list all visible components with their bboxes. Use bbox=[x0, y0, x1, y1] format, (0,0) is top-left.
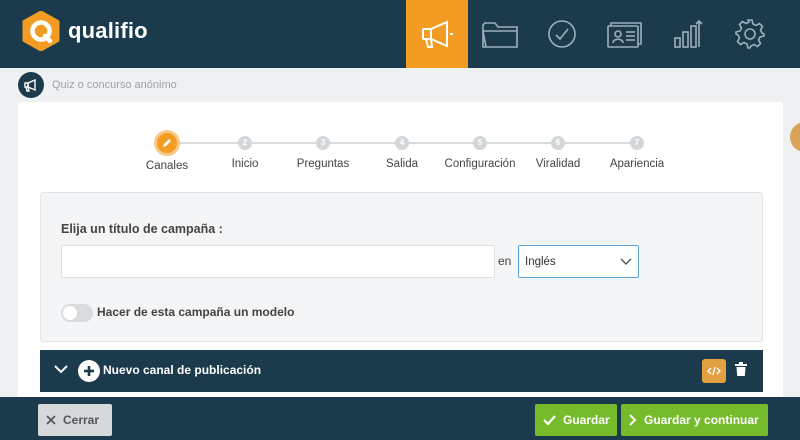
trash-icon[interactable] bbox=[735, 362, 747, 376]
step-number: 5 bbox=[473, 136, 487, 150]
pencil-icon bbox=[163, 139, 171, 147]
megaphone-icon bbox=[18, 72, 44, 98]
close-label: Cerrar bbox=[63, 413, 100, 427]
step-channels[interactable]: Canales bbox=[122, 130, 212, 172]
step-label: Configuración bbox=[444, 158, 516, 170]
step-active-marker bbox=[154, 130, 180, 156]
check-circle-icon bbox=[548, 20, 576, 48]
step-virality[interactable]: 6 Viralidad bbox=[513, 132, 603, 170]
step-start[interactable]: 2 Inicio bbox=[200, 132, 290, 170]
nav-folders[interactable] bbox=[469, 0, 531, 68]
plus-icon bbox=[84, 366, 94, 376]
nav-campaigns[interactable] bbox=[406, 0, 468, 68]
step-number: 2 bbox=[238, 136, 252, 150]
check-icon bbox=[543, 415, 556, 425]
add-channel-button[interactable] bbox=[78, 360, 100, 382]
publication-channel-header[interactable]: Nuevo canal de publicación bbox=[40, 350, 763, 392]
step-number: 6 bbox=[551, 136, 565, 150]
step-label: Salida bbox=[386, 158, 418, 170]
campaign-card: Canales 2 Inicio 3 Preguntas 4 Salida 5 … bbox=[18, 102, 783, 402]
close-icon bbox=[46, 415, 56, 425]
step-label: Canales bbox=[145, 160, 189, 172]
nav-validation[interactable] bbox=[531, 0, 593, 68]
campaign-title-label: Elija un título de campaña : bbox=[61, 222, 223, 236]
language-selected-value: Inglés bbox=[525, 255, 556, 268]
step-number: 7 bbox=[630, 136, 644, 150]
chevron-down-icon[interactable] bbox=[54, 364, 68, 374]
step-number: 3 bbox=[316, 136, 330, 150]
step-number: 4 bbox=[395, 136, 409, 150]
step-wizard: Canales 2 Inicio 3 Preguntas 4 Salida 5 … bbox=[18, 130, 783, 182]
channel-title: Nuevo canal de publicación bbox=[103, 363, 262, 377]
template-toggle[interactable] bbox=[61, 304, 93, 322]
language-select[interactable]: Inglés bbox=[518, 245, 639, 278]
save-button[interactable]: Guardar bbox=[535, 404, 617, 436]
save-label: Guardar bbox=[563, 413, 610, 427]
save-and-continue-label: Guardar y continuar bbox=[644, 413, 759, 427]
qualifio-logo[interactable]: qualifio bbox=[22, 10, 148, 52]
step-label: Inicio bbox=[231, 158, 259, 170]
nav-statistics[interactable] bbox=[657, 0, 719, 68]
save-and-continue-button[interactable]: Guardar y continuar bbox=[621, 404, 768, 436]
side-help-badge[interactable] bbox=[790, 122, 800, 152]
bar-chart-icon bbox=[674, 19, 703, 48]
embed-code-button[interactable] bbox=[702, 359, 726, 383]
step-configuration[interactable]: 5 Configuración bbox=[435, 132, 525, 170]
language-prefix-label: en bbox=[498, 254, 512, 268]
code-icon bbox=[707, 366, 721, 376]
nav-settings[interactable] bbox=[719, 0, 781, 68]
campaign-title-input[interactable] bbox=[61, 245, 495, 278]
gear-icon bbox=[735, 19, 765, 49]
logo-mark-icon bbox=[22, 10, 60, 52]
chevron-down-icon bbox=[620, 257, 632, 265]
nav-contacts[interactable] bbox=[594, 0, 656, 68]
step-label: Apariencia bbox=[609, 158, 665, 170]
step-appearance[interactable]: 7 Apariencia bbox=[592, 132, 682, 170]
megaphone-icon bbox=[422, 20, 453, 48]
chevron-right-icon bbox=[629, 414, 637, 426]
footer-action-bar: Cerrar Guardar Guardar y continuar bbox=[0, 397, 800, 440]
step-exit[interactable]: 4 Salida bbox=[357, 132, 447, 170]
breadcrumb: Quiz o concurso anónimo bbox=[18, 72, 177, 98]
brand-name: qualifio bbox=[68, 18, 148, 43]
close-button[interactable]: Cerrar bbox=[38, 404, 112, 436]
toggle-knob bbox=[63, 306, 77, 320]
top-navigation-bar: qualifio bbox=[0, 0, 800, 68]
campaign-settings-panel: Elija un título de campaña : en Inglés H… bbox=[40, 192, 763, 342]
contacts-cards-icon bbox=[607, 22, 642, 48]
campaign-type-label: Quiz o concurso anónimo bbox=[52, 79, 177, 91]
step-label: Preguntas bbox=[296, 158, 350, 170]
template-toggle-label: Hacer de esta campaña un modelo bbox=[97, 305, 295, 319]
step-questions[interactable]: 3 Preguntas bbox=[278, 132, 368, 170]
folder-icon bbox=[482, 22, 518, 48]
step-label: Viralidad bbox=[535, 158, 581, 170]
